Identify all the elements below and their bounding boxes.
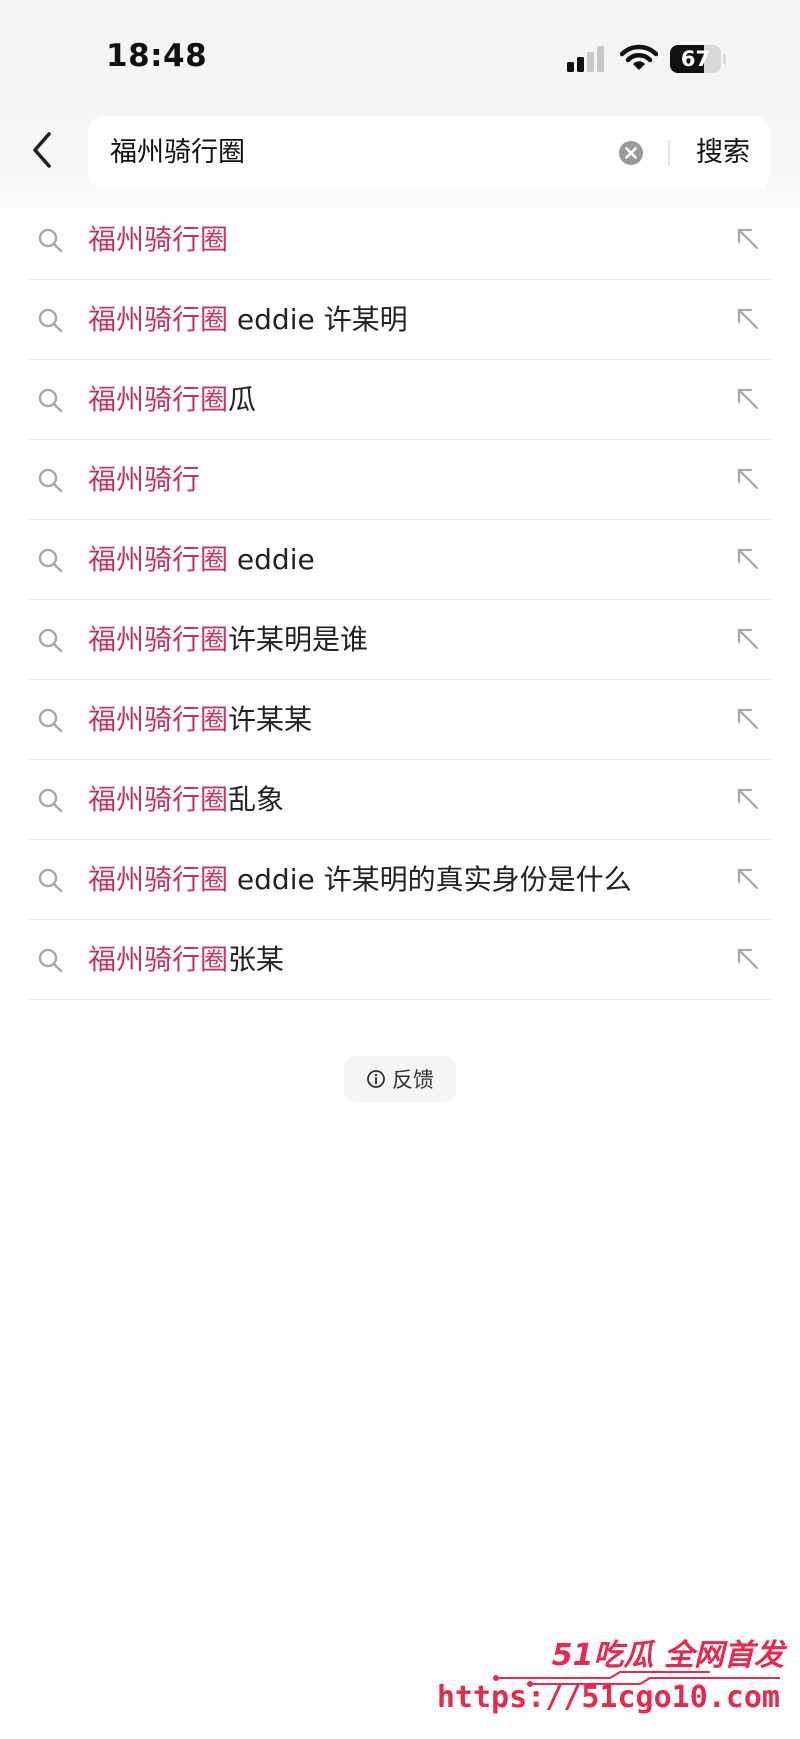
- search-icon: [38, 868, 63, 893]
- status-time: 18:48: [106, 38, 208, 74]
- back-button[interactable]: [22, 122, 62, 178]
- arrow-up-left-icon[interactable]: [735, 626, 761, 652]
- info-icon: [367, 1070, 385, 1088]
- battery-icon: 67: [670, 45, 726, 73]
- suggestion-text: 福州骑行圈 eddie 许某明的真实身份是什么: [88, 863, 632, 896]
- cellular-signal-icon: [567, 46, 607, 72]
- arrow-up-left-icon[interactable]: [735, 226, 761, 252]
- arrow-up-left-icon[interactable]: [735, 786, 761, 812]
- suggestion-item[interactable]: 福州骑行圈 eddie 许某明: [29, 280, 771, 360]
- search-icon: [38, 548, 63, 573]
- suggestion-text: 福州骑行圈许某某: [88, 703, 313, 736]
- feedback-label: 反馈: [392, 1068, 434, 1092]
- suggestion-item[interactable]: 福州骑行圈许某某: [29, 680, 771, 760]
- wifi-icon: [620, 44, 658, 70]
- arrow-up-left-icon[interactable]: [735, 386, 761, 412]
- suggestion-text: 福州骑行圈瓜: [88, 383, 257, 416]
- suggestion-list: 福州骑行圈 福州骑行圈 eddie 许某明 福州骑行圈瓜 福州骑行 福州骑行圈 …: [29, 200, 771, 1000]
- suggestion-item[interactable]: 福州骑行圈: [29, 200, 771, 280]
- battery-percent: 67: [680, 47, 711, 71]
- search-icon: [38, 628, 63, 653]
- suggestion-text: 福州骑行圈张某: [88, 943, 285, 976]
- chevron-left-icon: [33, 132, 51, 168]
- search-icon: [38, 708, 63, 733]
- search-icon: [38, 388, 63, 413]
- arrow-up-left-icon[interactable]: [735, 866, 761, 892]
- status-bar: 18:48 67: [0, 0, 800, 110]
- suggestion-text: 福州骑行圈: [88, 223, 229, 256]
- search-icon: [38, 468, 63, 493]
- search-divider: [668, 140, 670, 166]
- suggestion-item[interactable]: 福州骑行圈瓜: [29, 360, 771, 440]
- suggestion-item[interactable]: 福州骑行圈 eddie 许某明的真实身份是什么: [29, 840, 771, 920]
- arrow-up-left-icon[interactable]: [735, 306, 761, 332]
- feedback-button[interactable]: 反馈: [344, 1056, 456, 1102]
- suggestion-text: 福州骑行圈乱象: [88, 783, 285, 816]
- watermark-url: https://51cgo10.com: [436, 1680, 780, 1715]
- search-button[interactable]: 搜索: [688, 116, 758, 189]
- suggestion-text: 福州骑行: [88, 463, 201, 496]
- suggestion-text: 福州骑行圈 eddie 许某明: [88, 303, 408, 336]
- suggestion-item[interactable]: 福州骑行圈乱象: [29, 760, 771, 840]
- suggestion-text: 福州骑行圈许某明是谁: [88, 623, 369, 656]
- suggestion-text: 福州骑行圈 eddie: [88, 543, 315, 576]
- search-input[interactable]: 福州骑行圈: [110, 116, 610, 189]
- search-box: 福州骑行圈 搜索: [88, 116, 770, 189]
- clear-circle-icon[interactable]: [618, 140, 644, 166]
- suggestion-item[interactable]: 福州骑行: [29, 440, 771, 520]
- arrow-up-left-icon[interactable]: [735, 546, 761, 572]
- suggestion-item[interactable]: 福州骑行圈 eddie: [29, 520, 771, 600]
- search-icon: [38, 228, 63, 253]
- search-icon: [38, 948, 63, 973]
- watermark: 51吃瓜 全网首发 https://51cgo10.com: [437, 1630, 790, 1730]
- search-icon: [38, 308, 63, 333]
- suggestion-item[interactable]: 福州骑行圈许某明是谁: [29, 600, 771, 680]
- search-icon: [38, 788, 63, 813]
- arrow-up-left-icon[interactable]: [735, 466, 761, 492]
- arrow-up-left-icon[interactable]: [735, 706, 761, 732]
- arrow-up-left-icon[interactable]: [735, 946, 761, 972]
- suggestion-item[interactable]: 福州骑行圈张某: [29, 920, 771, 1000]
